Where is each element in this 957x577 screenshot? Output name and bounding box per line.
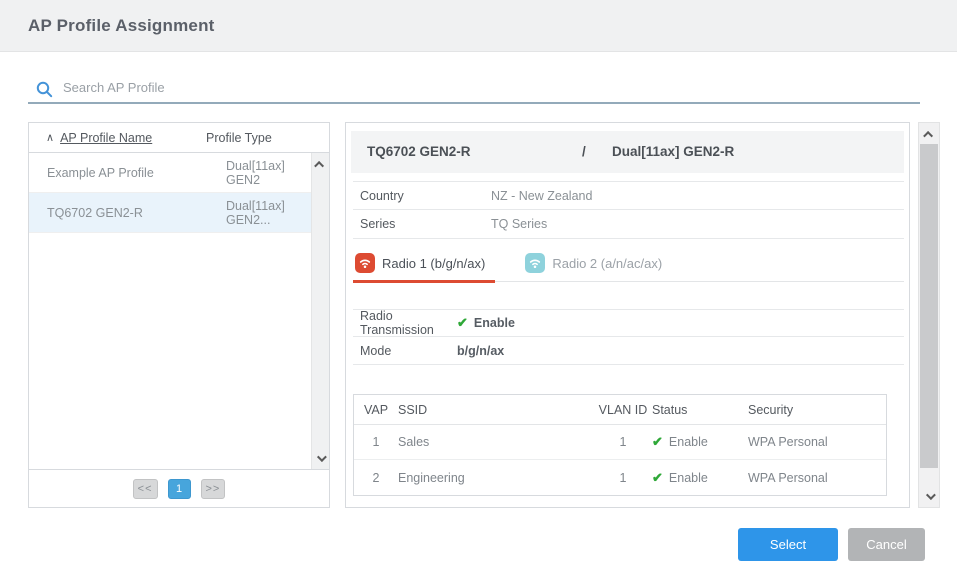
pagination-page-1-button[interactable]: 1 bbox=[167, 478, 191, 499]
detail-profile-type: Dual[11ax] GEN2-R bbox=[612, 144, 735, 159]
pagination-prev-button[interactable]: << bbox=[132, 478, 158, 499]
vap-cell: 1 bbox=[372, 435, 380, 449]
mode-value: b/g/n/ax bbox=[457, 343, 505, 358]
check-icon: ✔ bbox=[457, 315, 468, 330]
detail-separator: / bbox=[582, 144, 586, 159]
col-status: Status bbox=[652, 402, 688, 417]
radio-tabs: Radio 1 (b/g/n/ax) Radio 2 (a/n/ac/ax) bbox=[353, 246, 904, 283]
profile-list-header: ∧ AP Profile Name Profile Type bbox=[29, 123, 329, 153]
series-label: Series bbox=[360, 217, 396, 231]
vap-table-header: VAP SSID VLAN ID Status Security bbox=[354, 395, 886, 425]
detail-scrollbar[interactable] bbox=[918, 122, 940, 508]
check-icon: ✔ bbox=[652, 469, 663, 485]
detail-title-bar: TQ6702 GEN2-R / Dual[11ax] GEN2-R bbox=[351, 131, 904, 173]
search-input[interactable] bbox=[53, 79, 920, 99]
page-title: AP Profile Assignment bbox=[28, 15, 215, 35]
profile-detail-panel: TQ6702 GEN2-R / Dual[11ax] GEN2-R Countr… bbox=[345, 122, 910, 508]
col-vlan-id: VLAN ID bbox=[598, 402, 648, 417]
dialog-header: AP Profile Assignment bbox=[0, 0, 957, 52]
ssid-cell: Sales bbox=[398, 435, 430, 449]
tab-radio-1-label: Radio 1 (b/g/n/ax) bbox=[382, 255, 486, 271]
col-ssid: SSID bbox=[398, 402, 428, 417]
detail-profile-name: TQ6702 GEN2-R bbox=[367, 144, 471, 159]
sort-asc-icon: ∧ bbox=[46, 132, 55, 144]
mode-label: Mode bbox=[360, 343, 392, 358]
country-value: NZ - New Zealand bbox=[491, 188, 593, 203]
vap-row-2: 2 Engineering 1 ✔ Enable WPA Personal bbox=[354, 460, 886, 495]
security-cell: WPA Personal bbox=[748, 435, 828, 449]
profile-list-panel: ∧ AP Profile Name Profile Type Example A… bbox=[28, 122, 330, 508]
wifi-icon bbox=[355, 253, 375, 273]
select-button[interactable]: Select bbox=[738, 528, 838, 561]
col-vap: VAP bbox=[363, 402, 389, 417]
vap-table: VAP SSID VLAN ID Status Security 1 Sales… bbox=[353, 394, 887, 496]
profile-list: Example AP Profile Dual[11ax] GEN2 TQ670… bbox=[29, 153, 329, 469]
profile-row-example-ap-profile[interactable]: Example AP Profile Dual[11ax] GEN2 bbox=[29, 153, 329, 193]
scroll-down-arrow-icon[interactable] bbox=[919, 487, 939, 505]
profile-list-scrollbar[interactable] bbox=[311, 153, 329, 469]
scroll-up-arrow-icon[interactable] bbox=[312, 155, 329, 173]
ap-profile-assignment-dialog: AP Profile Assignment ∧ AP Profile Name … bbox=[0, 0, 957, 577]
radio-transmission-value: Enable bbox=[473, 316, 515, 330]
cancel-button[interactable]: Cancel bbox=[848, 528, 925, 561]
pagination-next-button[interactable]: >> bbox=[200, 478, 226, 499]
profile-type-cell: Dual[11ax] GEN2 bbox=[226, 158, 285, 187]
detail-info-rows: Country NZ - New Zealand Series TQ Serie… bbox=[353, 181, 904, 239]
country-row: Country NZ - New Zealand bbox=[353, 181, 904, 210]
security-cell: WPA Personal bbox=[748, 470, 828, 485]
vap-cell: 2 bbox=[372, 470, 380, 485]
mode-row: Mode b/g/n/ax bbox=[353, 337, 904, 365]
column-header-profile-type[interactable]: Profile Type bbox=[206, 131, 311, 145]
scroll-down-arrow-icon[interactable] bbox=[312, 449, 329, 467]
profile-name-cell: Example AP Profile bbox=[47, 165, 154, 180]
search-bar bbox=[28, 76, 920, 104]
country-label: Country bbox=[360, 188, 404, 203]
scrollbar-thumb[interactable] bbox=[920, 144, 938, 468]
column-header-ap-profile-name[interactable]: AP Profile Name bbox=[60, 131, 152, 145]
tab-radio-1[interactable]: Radio 1 (b/g/n/ax) bbox=[353, 253, 496, 283]
wifi-icon bbox=[525, 253, 546, 273]
radio-transmission-label: Radio Transmission bbox=[360, 309, 434, 337]
check-icon: ✔ bbox=[652, 434, 663, 449]
vlan-cell: 1 bbox=[619, 470, 627, 485]
tab-radio-2[interactable]: Radio 2 (a/n/ac/ax) bbox=[523, 253, 672, 283]
scroll-up-arrow-icon[interactable] bbox=[919, 125, 939, 143]
series-value: TQ Series bbox=[491, 217, 548, 231]
search-icon bbox=[36, 81, 53, 97]
vap-row-1: 1 Sales 1 ✔ Enable WPA Personal bbox=[354, 425, 886, 460]
radio-settings: Radio Transmission ✔ Enable Mode b/g/n/a… bbox=[353, 309, 904, 365]
series-row: Series TQ Series bbox=[353, 210, 904, 239]
status-cell: Enable bbox=[668, 470, 708, 485]
col-security: Security bbox=[748, 402, 794, 417]
profile-row-tq6702-gen2-r[interactable]: TQ6702 GEN2-R Dual[11ax] GEN2... bbox=[29, 193, 329, 233]
ssid-cell: Engineering bbox=[398, 470, 465, 485]
radio-transmission-row: Radio Transmission ✔ Enable bbox=[353, 309, 904, 337]
profile-type-cell: Dual[11ax] GEN2... bbox=[226, 198, 285, 227]
profile-name-cell: TQ6702 GEN2-R bbox=[47, 205, 143, 220]
status-cell: Enable bbox=[668, 435, 708, 449]
vlan-cell: 1 bbox=[619, 435, 627, 449]
tab-radio-2-label: Radio 2 (a/n/ac/ax) bbox=[552, 255, 663, 271]
pagination: << 1 >> bbox=[29, 469, 329, 507]
